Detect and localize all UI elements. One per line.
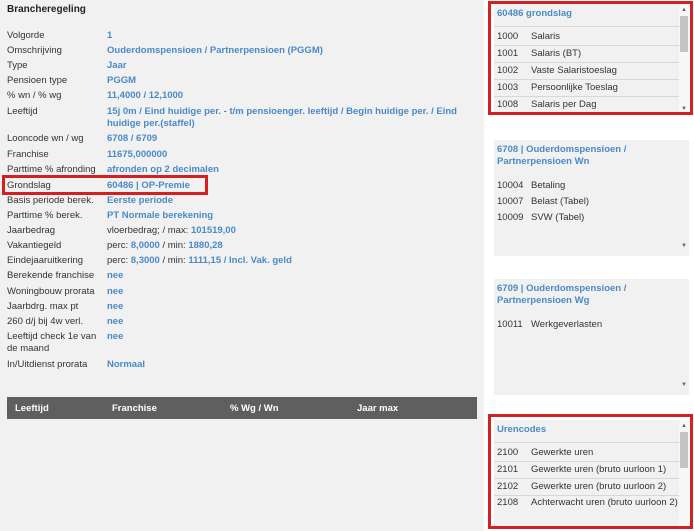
field-label: Pensioen type [7,75,68,86]
value-text: / min: [159,240,189,251]
field-label: In/Uitdienst prorata [7,359,88,370]
value-text: perc: [107,240,131,251]
column-header-percentages: % Wg / Wn [230,403,279,414]
field-label: Leeftijd [7,106,38,117]
value-number: 1111,15 [188,255,222,266]
value-number: 101519,00 [190,225,236,236]
field-label: % wn / % wg [7,90,62,101]
field-label: Leeftijd check 1e van de maand [7,331,97,354]
value-text: / min: [159,255,189,266]
value-number: 8,0000 [130,240,160,251]
field-label: Type [7,60,28,71]
item-description: Betaling [531,180,566,191]
list-item[interactable]: 10009 SVW (Tabel) [497,210,677,226]
scroll-down-icon[interactable]: ▼ [679,242,689,250]
scroll-down-icon[interactable]: ▼ [679,381,689,389]
urencodes-panel-highlight [488,414,693,529]
item-description: SVW (Tabel) [531,212,585,223]
field-label: Woningbouw prorata [7,286,95,297]
field-value: perc: 8,0000 / min: 1880,28 [107,240,479,252]
field-label: Berekende franchise [7,270,95,281]
grondslag-panel-highlight [488,1,693,115]
field-value: PGGM [107,75,137,86]
field-value: Normaal [107,359,146,370]
looncode-wg-panel-title: 6709 | Ouderdomspensioen / Partnerpensio… [497,283,627,306]
list-item[interactable]: 10011 Werkgeverlasten [497,317,677,333]
looncode-wg-panel: 6709 | Ouderdomspensioen / Partnerpensio… [494,279,689,395]
list-item[interactable]: 10007 Belast (Tabel) [497,194,677,210]
field-label: Omschrijving [7,45,62,56]
brancheregeling-panel: Brancheregeling Volgorde 1 Omschrijving … [0,0,484,531]
panel-title: Brancheregeling [7,4,86,15]
item-code: 10009 [497,212,524,223]
grondslag-highlight [2,175,208,195]
list-item[interactable]: 10004 Betaling [497,178,677,194]
field-label: Basis periode berek. [7,195,94,206]
field-value: nee [107,270,124,281]
value-text: perc: [107,255,131,266]
field-label: 260 d/j bij 4w verl. [7,316,84,327]
item-description: Belast (Tabel) [531,196,590,207]
field-label: Vakantiegeld [7,240,62,251]
field-value: Eerste periode [107,195,173,206]
item-code: 10004 [497,180,524,191]
value-text: / Incl. Vak. geld [221,255,292,266]
field-label: Parttime % berek. [7,210,83,221]
item-description: Werkgeverlasten [531,319,603,330]
field-label: Jaarbedrag [7,225,56,236]
field-label: Jaarbdrg. max pt [7,301,79,312]
item-code: 10007 [497,196,524,207]
column-header-jaar-max: Jaar max [357,403,399,414]
value-number: 8,3000 [130,255,160,266]
field-label: Franchise [7,149,49,160]
looncode-wn-panel-title: 6708 | Ouderdomspensioen / Partnerpensio… [497,144,627,167]
scrollbar[interactable]: ▼ [679,140,689,256]
value-text: vloerbedrag; / max: [107,225,191,236]
field-value: vloerbedrag; / max: 101519,00 [107,225,479,237]
field-value: PT Normale berekening [107,210,214,221]
field-value: perc: 8,3000 / min: 1111,15 / Incl. Vak.… [107,255,479,267]
field-value: nee [107,286,124,297]
field-value: 11675,000000 [107,149,168,160]
field-value: 1 [107,30,113,41]
looncode-wn-panel: 6708 | Ouderdomspensioen / Partnerpensio… [494,140,689,256]
value-number: 1880,28 [188,240,223,251]
field-label: Eindejaaruitkering [7,255,84,266]
scrollbar[interactable]: ▼ [679,279,689,395]
field-value: 15j 0m / Eind huidige per. - t/m pensioe… [107,106,457,129]
staffel-table-header: Leeftijd Franchise % Wg / Wn Jaar max [7,397,477,419]
field-value: Ouderdomspensioen / Partnerpensioen (PGG… [107,45,323,56]
column-header-leeftijd: Leeftijd [15,403,49,414]
field-value: 11,4000 / 12,1000 [107,90,184,101]
field-value: Jaar [107,60,127,71]
field-value: nee [107,331,124,342]
field-value: nee [107,316,124,327]
field-label: Looncode wn / wg [7,133,84,144]
field-value: 6708 / 6709 [107,133,158,144]
field-label: Volgorde [7,30,45,41]
column-header-franchise: Franchise [112,403,157,414]
field-value: nee [107,301,124,312]
item-code: 10011 [497,319,523,330]
